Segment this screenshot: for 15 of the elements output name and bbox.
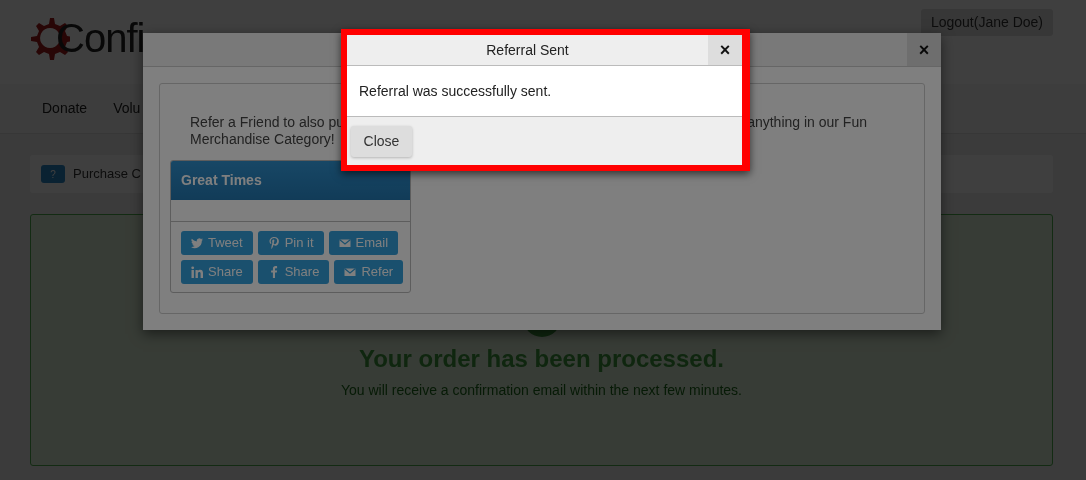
share-button[interactable]: Email bbox=[328, 231, 399, 255]
help-badge[interactable]: ? bbox=[41, 165, 65, 183]
share-button[interactable]: Tweet bbox=[181, 231, 253, 255]
close-button[interactable]: × bbox=[708, 35, 742, 65]
share-button[interactable]: Refer bbox=[334, 260, 404, 284]
intro-text: anything in our Fun bbox=[747, 114, 867, 131]
intro-text: Merchandise Category! bbox=[190, 131, 335, 148]
close-button[interactable]: Close bbox=[351, 126, 412, 157]
share-button[interactable]: Share bbox=[181, 260, 253, 284]
dialog-title: Referral Sent bbox=[485, 40, 570, 60]
card-title: Great Times bbox=[171, 161, 410, 200]
close-button[interactable]: × bbox=[907, 33, 941, 66]
dialog-message: Referral was successfully sent. bbox=[359, 81, 552, 101]
share-button[interactable]: Pin it bbox=[257, 231, 324, 255]
share-button[interactable]: Share bbox=[257, 260, 330, 284]
